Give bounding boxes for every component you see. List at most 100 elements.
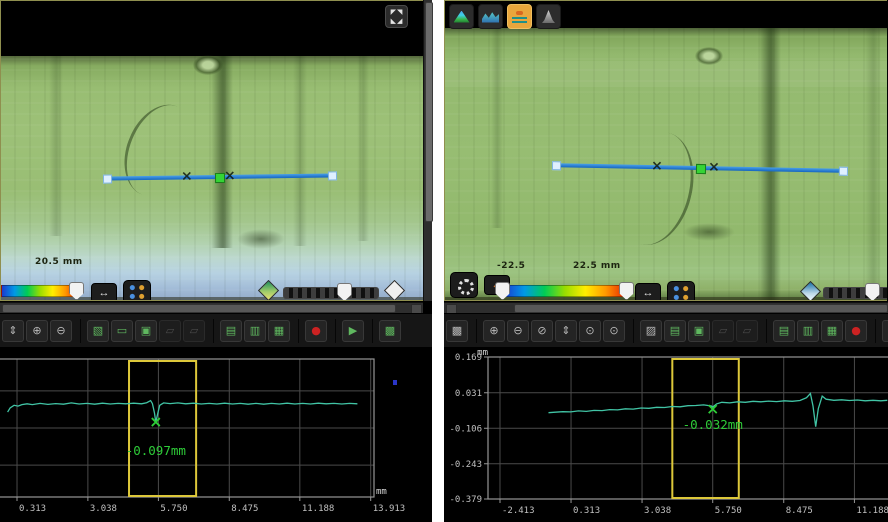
stray-marker bbox=[393, 380, 397, 385]
x-tick-label: 11.188 bbox=[856, 506, 888, 516]
scale-min-label: -22.5 bbox=[497, 261, 525, 271]
left-scan-image[interactable]: × × 20.5 mm ↔ ◤◥◣◢ bbox=[0, 0, 424, 301]
edge-marker-2: × bbox=[224, 167, 236, 185]
vertical-scrollbar[interactable] bbox=[423, 0, 432, 301]
fit-window-button[interactable]: ▣ bbox=[688, 320, 710, 342]
edge-marker-1: × bbox=[181, 167, 193, 185]
blend-slider[interactable] bbox=[283, 287, 379, 299]
toolbar-separator bbox=[74, 319, 81, 343]
grid-zoom-button[interactable]: ▨ bbox=[640, 320, 662, 342]
zoom-out-button[interactable]: ⊖ bbox=[50, 320, 72, 342]
line-endpoint-left[interactable] bbox=[103, 175, 112, 184]
save-report-button[interactable]: ▩ bbox=[379, 320, 401, 342]
prev-measure-button[interactable]: ▱ bbox=[159, 320, 181, 342]
left-viewport: × × 20.5 mm ↔ ◤◥◣◢ bbox=[0, 0, 432, 313]
toolbar-separator bbox=[329, 319, 336, 343]
roi-clear-button[interactable]: ▦ bbox=[268, 320, 290, 342]
x-tick-label: 13.913 bbox=[373, 504, 406, 514]
next-measure-button[interactable]: ▱ bbox=[736, 320, 758, 342]
record-button[interactable]: ● bbox=[845, 320, 867, 342]
display-settings-button[interactable] bbox=[450, 272, 478, 298]
right-inspection-panel: × × ↔ -22.5 22.5 mm ↔ bbox=[444, 0, 888, 522]
layers-view-button[interactable] bbox=[507, 4, 532, 29]
display-settings-button[interactable]: ▩ bbox=[446, 320, 468, 342]
horizontal-scrollbar[interactable] bbox=[0, 302, 423, 313]
roi-expand-button[interactable]: ▥ bbox=[244, 320, 266, 342]
horizontal-scrollbar[interactable] bbox=[444, 302, 888, 313]
x-tick-label: -2.413 bbox=[502, 506, 535, 516]
zoom-in-button[interactable]: ⊕ bbox=[483, 320, 505, 342]
zoom-in-button[interactable]: ⊕ bbox=[26, 320, 48, 342]
surface-highlight bbox=[445, 61, 887, 87]
profile-graph-view-button[interactable] bbox=[478, 4, 503, 29]
next-measure-button[interactable]: ▱ bbox=[183, 320, 205, 342]
line-endpoint-right[interactable] bbox=[839, 167, 848, 176]
palette-toggle-button[interactable] bbox=[123, 280, 151, 301]
export-button[interactable]: ▶ bbox=[882, 320, 888, 342]
range-fit-button[interactable]: ↔ bbox=[635, 283, 661, 301]
roi-expand-button[interactable]: ▥ bbox=[797, 320, 819, 342]
export-button[interactable]: ▶ bbox=[342, 320, 364, 342]
cone-icon bbox=[542, 10, 555, 23]
scale-range-label: 20.5 mm bbox=[35, 257, 83, 267]
right-scan-image[interactable]: × × ↔ -22.5 22.5 mm ↔ bbox=[444, 0, 887, 301]
fit-window-button[interactable]: ▭ bbox=[111, 320, 133, 342]
surface-streak bbox=[49, 56, 63, 236]
horizontal-scrollbar-thumb[interactable] bbox=[2, 304, 396, 313]
y-tick-label: -0.379 bbox=[449, 495, 482, 505]
measure-value-label: -0.097mm bbox=[126, 443, 186, 458]
gear-icon bbox=[458, 279, 474, 295]
line-endpoint-right[interactable] bbox=[328, 171, 337, 180]
solid-view-button[interactable] bbox=[536, 4, 561, 29]
color-scale-bar[interactable] bbox=[503, 285, 627, 297]
palette-toggle-button[interactable] bbox=[667, 281, 695, 301]
roi-rect-button[interactable]: ▤ bbox=[220, 320, 242, 342]
image-view-button[interactable]: ▤ bbox=[664, 320, 686, 342]
toolbar-separator bbox=[292, 319, 299, 343]
surface-smudge bbox=[237, 229, 285, 249]
x-tick-label: 3.038 bbox=[90, 504, 117, 514]
x-axis-unit-label: mm bbox=[376, 487, 387, 497]
fullscreen-expand-button[interactable]: ◤◥◣◢ bbox=[385, 5, 408, 28]
surface-streak bbox=[491, 28, 503, 228]
region-zoom-button[interactable]: ▧ bbox=[87, 320, 109, 342]
right-image-toolbar: ▩⊕⊖⊘⇕⊙⊙▨▤▣▱▱▤▥▦●▶▧ bbox=[444, 313, 888, 347]
surface-defect bbox=[193, 55, 223, 75]
surface-streak bbox=[293, 56, 307, 246]
roi-clear-button[interactable]: ▦ bbox=[821, 320, 843, 342]
x-tick-label: 8.475 bbox=[786, 506, 813, 516]
left-profile-chart: -0.097mm0.3133.0385.7508.47511.18813.913… bbox=[0, 347, 432, 522]
edge-marker-2: × bbox=[708, 158, 720, 176]
surface-smudge bbox=[683, 223, 735, 241]
zoom-out-button[interactable]: ⊖ bbox=[507, 320, 529, 342]
y-tick-label: -0.243 bbox=[449, 460, 482, 470]
pan-button[interactable]: ⊘ bbox=[531, 320, 553, 342]
horizontal-scrollbar-thumb[interactable] bbox=[514, 304, 888, 313]
zoom-vertical-button[interactable]: ⇕ bbox=[555, 320, 577, 342]
zoom-select-button[interactable]: ⊙ bbox=[579, 320, 601, 342]
height-map-view-button[interactable] bbox=[449, 4, 474, 29]
waveform-icon bbox=[482, 11, 499, 23]
color-scale-bar[interactable] bbox=[1, 285, 79, 297]
toolbar-separator bbox=[470, 319, 477, 343]
surface-streak bbox=[357, 56, 369, 241]
surface-defect bbox=[695, 47, 723, 65]
y-tick-label: 0.031 bbox=[455, 389, 482, 399]
toolbar-separator bbox=[760, 319, 767, 343]
toolbar-separator bbox=[207, 319, 214, 343]
workspace: × × 20.5 mm ↔ ◤◥◣◢ bbox=[0, 0, 888, 522]
line-endpoint-left[interactable] bbox=[552, 161, 561, 170]
right-profile-chart: -0.032mm-2.4130.3133.0385.7508.47511.188… bbox=[444, 347, 888, 522]
vertical-scrollbar-thumb[interactable] bbox=[425, 2, 433, 222]
toolbar-separator bbox=[627, 319, 634, 343]
chart-background bbox=[0, 347, 432, 522]
prev-measure-button[interactable]: ▱ bbox=[712, 320, 734, 342]
zoom-drag-button[interactable]: ⇕ bbox=[2, 320, 24, 342]
range-reset-button[interactable]: ↔ bbox=[91, 283, 117, 301]
record-button[interactable]: ● bbox=[305, 320, 327, 342]
actual-size-button[interactable]: ▣ bbox=[135, 320, 157, 342]
roi-rect-button[interactable]: ▤ bbox=[773, 320, 795, 342]
zoom-reset-button[interactable]: ⊙ bbox=[603, 320, 625, 342]
view-mode-toolbar bbox=[449, 4, 561, 29]
mountain-icon bbox=[454, 11, 470, 23]
